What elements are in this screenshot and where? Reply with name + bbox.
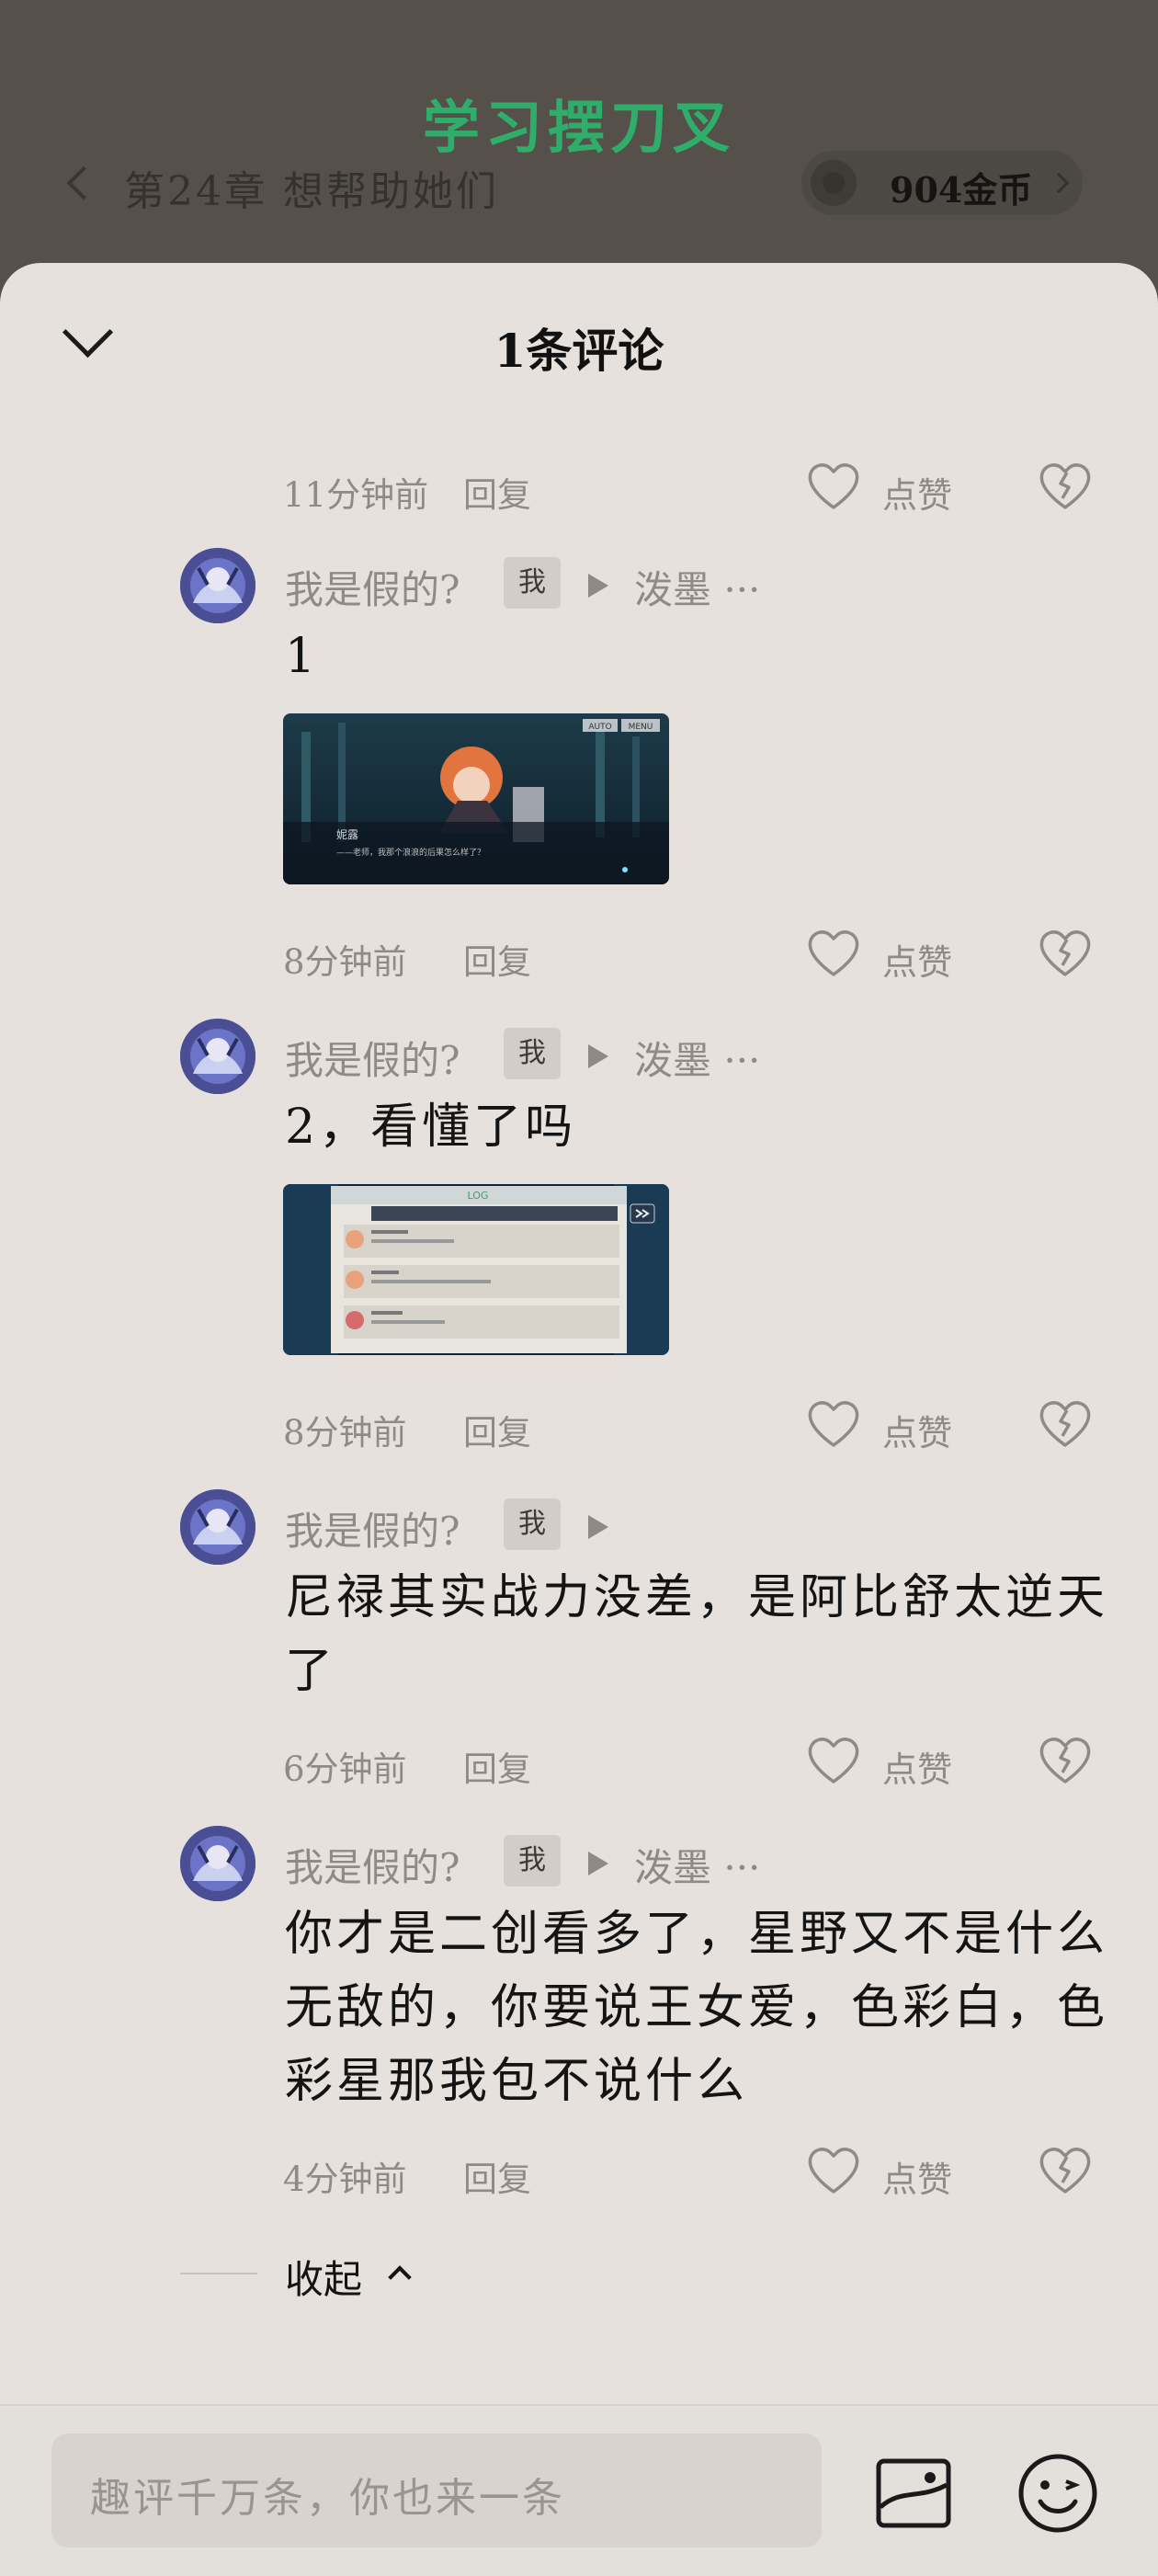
heart-icon[interactable] [805, 1397, 862, 1451]
comment-input-bar: 趣评千万条，你也来一条 [0, 2404, 1158, 2576]
heart-icon[interactable] [805, 927, 862, 980]
image-auto-label: AUTO [588, 723, 611, 732]
comment-text: 尼禄其实战力没差，是阿比舒太逆天 了 [285, 1561, 1112, 1708]
username[interactable]: 我是假的? [285, 1030, 460, 1086]
comment-input-placeholder: 趣评千万条，你也来一条 [90, 2475, 565, 2522]
comment-text-line: 2，看懂了吗 [285, 1100, 577, 1155]
heart-icon[interactable] [805, 2144, 862, 2197]
avatar[interactable] [180, 548, 255, 623]
chapter-title[interactable]: 第24章 想帮助她们 [124, 158, 499, 217]
like-label[interactable]: 点赞 [882, 2151, 952, 2202]
me-badge: 我 [504, 557, 561, 609]
image-caption-text: ——老师，我那个浪浪的后果怎么样了？ [336, 847, 485, 858]
comment-input[interactable]: 趣评千万条，你也来一条 [51, 2434, 822, 2548]
like-label[interactable]: 点赞 [882, 1741, 952, 1792]
reply-comment: 我是假的? 我 泼墨 ··· 你才是二创看多了，星野又不是什么 无敌的，你要说王… [0, 1826, 1158, 2230]
like-label[interactable]: 点赞 [882, 1405, 952, 1455]
comment-meta: 8分钟前 回复 点赞 [283, 927, 1110, 985]
reply-target-user[interactable]: 泼墨 ··· [634, 559, 760, 615]
comment-meta: 6分钟前 回复 点赞 [283, 1734, 1110, 1792]
broken-heart-icon[interactable] [1037, 927, 1094, 980]
me-badge: 我 [504, 1499, 561, 1550]
comment-text: 1 [285, 620, 1112, 693]
collapse-divider [180, 2273, 257, 2274]
comment-time: 6分钟前 [283, 1750, 407, 1789]
reply-comment: 我是假的? 我 尼禄其实战力没差，是阿比舒太逆天 了 6分钟前 回复 点赞 [0, 1489, 1158, 1820]
username[interactable]: 我是假的? [285, 1500, 460, 1556]
reply-arrow-icon [588, 1852, 608, 1875]
comment-time: 11分钟前 [283, 475, 429, 515]
coin-icon [811, 160, 857, 206]
comment-image[interactable]: AUTO MENU 妮露 ——老师，我那个浪浪的后果怎么样了？ [283, 713, 669, 884]
reply-button[interactable]: 回复 [463, 467, 531, 517]
comment-text: 2，看懂了吗 [285, 1090, 1112, 1164]
image-icon[interactable] [873, 2452, 956, 2535]
comment-text-line: 1 [285, 629, 320, 684]
broken-heart-icon[interactable] [1037, 1397, 1094, 1451]
emoji-icon[interactable] [1015, 2450, 1101, 2536]
comments-sheet: 1条评论 11分钟前 回复 点赞 我是假的? 我 泼墨 ··· 1 AUTO M… [0, 263, 1158, 2574]
user-line: 我是假的? 我 泼墨 ··· [285, 1835, 1112, 1892]
comment-image[interactable]: LOG [283, 1184, 669, 1355]
chevron-up-icon[interactable] [388, 2265, 412, 2289]
reply-button[interactable]: 回复 [463, 1405, 531, 1454]
comment-time: 4分钟前 [283, 2160, 407, 2199]
comment-meta: 8分钟前 回复 点赞 [283, 1397, 1110, 1453]
comment-text-line: 你才是二创看多了，星野又不是什么 [285, 1907, 1109, 1962]
like-label[interactable]: 点赞 [882, 934, 952, 985]
comment-time: 8分钟前 [283, 1413, 407, 1453]
reply-target-user[interactable]: 泼墨 ··· [634, 1837, 760, 1893]
user-line: 我是假的? 我 泼墨 ··· [285, 557, 1112, 614]
username[interactable]: 我是假的? [285, 1837, 460, 1893]
coin-balance-label: 904金币 [890, 169, 1033, 211]
coin-balance-button[interactable]: 904金币 [801, 151, 1083, 215]
reply-arrow-icon [588, 1515, 608, 1539]
me-badge: 我 [504, 1835, 561, 1886]
avatar[interactable] [180, 1826, 255, 1901]
comments-count-title: 1条评论 [494, 324, 664, 378]
reply-comment: 我是假的? 我 泼墨 ··· 1 AUTO MENU 妮露 ——老师，我那个浪浪… [0, 548, 1158, 1008]
user-line: 我是假的? 我 [285, 1499, 1112, 1556]
comment-text-line: 无敌的，你要说王女爱，色彩白，色 [285, 1980, 1109, 2035]
back-chevron-icon[interactable] [66, 165, 101, 200]
broken-heart-icon[interactable] [1037, 2144, 1094, 2197]
reply-button[interactable]: 回复 [463, 2151, 531, 2201]
image-log-title: LOG [468, 1190, 489, 1202]
image-menu-label: MENU [629, 723, 653, 732]
me-badge: 我 [504, 1028, 561, 1079]
reader-header: 学习摆刀叉 第24章 想帮助她们 904金币 [0, 0, 1158, 276]
user-line: 我是假的? 我 泼墨 ··· [285, 1028, 1112, 1085]
reply-comment: 我是假的? 我 泼墨 ··· 2，看懂了吗 LOG 8分钟前 回复 点赞 [0, 1019, 1158, 1478]
collapse-replies-button[interactable]: 收起 [285, 2249, 362, 2305]
avatar[interactable] [180, 1019, 255, 1094]
broken-heart-icon[interactable] [1037, 1734, 1094, 1787]
image-caption-name: 妮露 [336, 828, 358, 841]
reply-button[interactable]: 回复 [463, 1741, 531, 1791]
comment-text-line: 了 [285, 1644, 337, 1699]
reply-arrow-icon [588, 574, 608, 598]
like-label[interactable]: 点赞 [882, 467, 952, 518]
heart-icon[interactable] [805, 1734, 862, 1787]
avatar[interactable] [180, 1489, 255, 1565]
reply-arrow-icon [588, 1044, 608, 1068]
chevron-right-icon [1048, 172, 1070, 194]
reply-button[interactable]: 回复 [463, 934, 531, 984]
comment-text: 你才是二创看多了，星野又不是什么 无敌的，你要说王女爱，色彩白，色 彩星那我包不… [285, 1898, 1112, 2118]
parent-comment-meta: 11分钟前 回复 点赞 [283, 460, 1110, 518]
username[interactable]: 我是假的? [285, 559, 460, 615]
broken-heart-icon[interactable] [1037, 460, 1094, 513]
comment-time: 8分钟前 [283, 942, 407, 982]
comment-text-line: 彩星那我包不说什么 [285, 2054, 749, 2109]
comment-text-line: 尼禄其实战力没差，是阿比舒太逆天 [285, 1570, 1109, 1625]
comment-meta: 4分钟前 回复 点赞 [283, 2144, 1110, 2202]
reply-target-user[interactable]: 泼墨 ··· [634, 1030, 760, 1086]
heart-icon[interactable] [805, 460, 862, 513]
